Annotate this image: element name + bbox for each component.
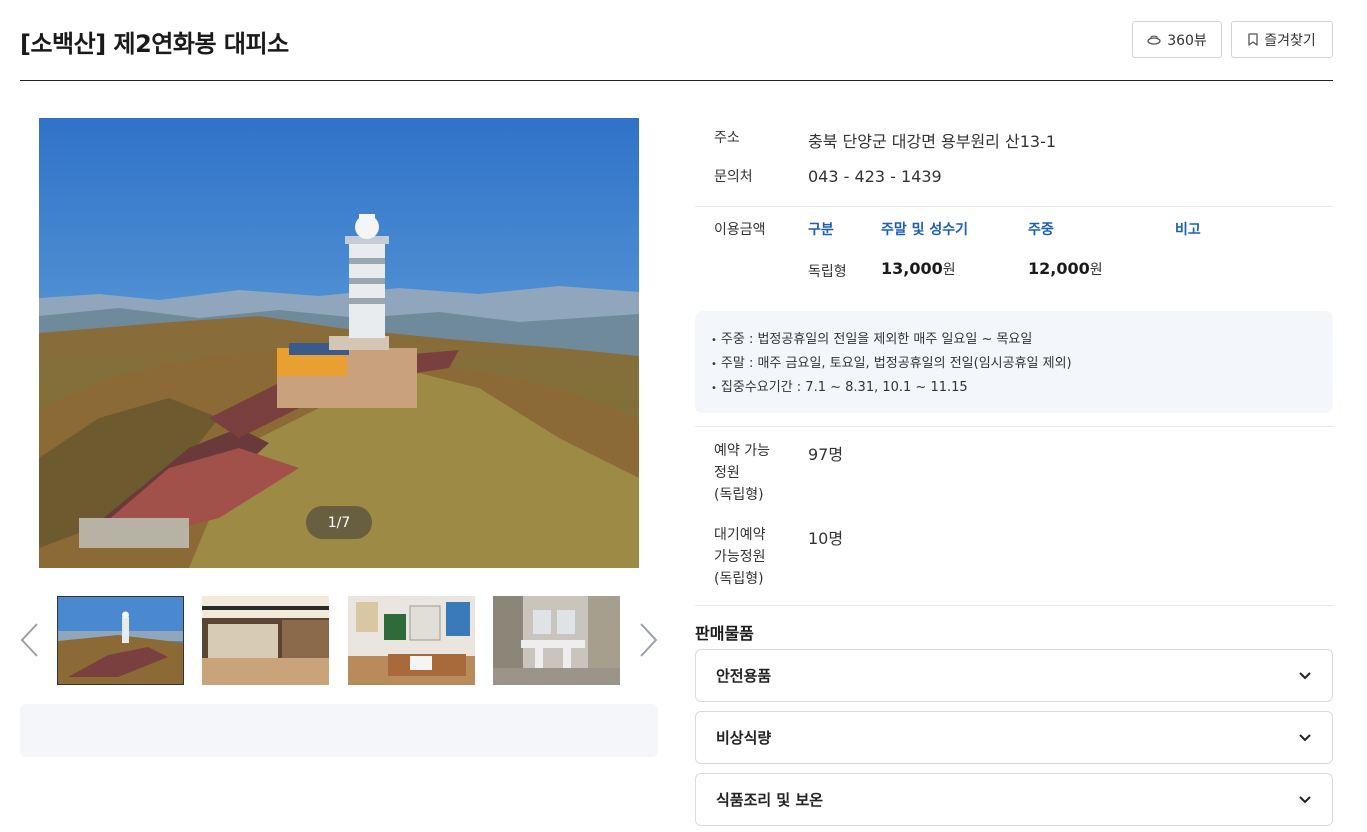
accordion-safety-items[interactable]: 안전용품 (695, 649, 1333, 702)
fee-weekend-unit: 원 (942, 262, 956, 278)
thumbnail-2[interactable] (202, 596, 329, 685)
favorite-button[interactable]: 즐겨찾기 (1231, 21, 1333, 58)
chevron-down-icon (1299, 734, 1311, 742)
waiting-label-line-2: 가능정원 (714, 549, 766, 565)
reserve-label-line-3: (독립형) (714, 487, 764, 503)
fee-header-type: 구분 (808, 222, 834, 238)
thumbnail-1[interactable] (57, 596, 184, 685)
fee-label: 이용금액 (714, 222, 766, 238)
page-title: [소백산] 제2연화봉 대피소 (20, 30, 289, 58)
chevron-left-icon (20, 623, 38, 657)
bookmark-icon (1248, 33, 1258, 46)
accordion-label: 안전용품 (716, 667, 772, 685)
favorite-label: 즐겨찾기 (1264, 32, 1316, 49)
page-header: [소백산] 제2연화봉 대피소 360뷰 즐겨찾기 (20, 0, 1333, 81)
waiting-capacity-value: 10명 (808, 529, 844, 548)
thumb-next-button[interactable] (639, 622, 659, 658)
thumbnail-3[interactable] (348, 596, 475, 685)
sales-section-title: 판매물품 (695, 624, 754, 643)
reserve-capacity-value: 97명 (808, 445, 844, 464)
note-weekend: 주말 : 매주 금요일, 토요일, 법정공휴일의 전일(임시공휴일 제외) (711, 352, 1333, 376)
fee-weekend-price: 13,000원 (881, 259, 956, 279)
fee-weekend-amount: 13,000 (881, 259, 943, 278)
accordion-emergency-food[interactable]: 비상식량 (695, 711, 1333, 764)
fee-weekday-unit: 원 (1089, 262, 1103, 278)
reserve-capacity-label: 예약 가능 정원 (독립형) (714, 440, 770, 506)
view-360-label: 360뷰 (1167, 32, 1207, 49)
360-view-icon (1147, 35, 1161, 45)
fee-header-weekend: 주말 및 성수기 (881, 222, 969, 238)
waiting-label-line-1: 대기예약 (714, 527, 766, 543)
fee-weekday-price: 12,000원 (1028, 259, 1103, 279)
fee-weekday-amount: 12,000 (1028, 259, 1090, 278)
note-peak-period: 집중수요기간 : 7.1 ~ 8.31, 10.1 ~ 11.15 (711, 376, 1333, 400)
accordion-label: 비상식량 (716, 729, 772, 747)
fee-header-note: 비고 (1175, 222, 1201, 238)
chevron-down-icon (1299, 796, 1311, 804)
gallery-caption-box (20, 704, 658, 757)
chevron-down-icon (1299, 672, 1311, 680)
accordion-cooking-warming[interactable]: 식품조리 및 보온 (695, 773, 1333, 826)
contact-value: 043 - 423 - 1439 (808, 167, 942, 186)
photo-counter: 1/7 (306, 506, 372, 539)
accordion-label: 식품조리 및 보온 (716, 791, 824, 809)
note-weekday: 주중 : 법정공휴일의 전일을 제외한 매주 일요일 ~ 목요일 (711, 328, 1333, 352)
divider (695, 605, 1333, 606)
fee-header-weekday: 주중 (1028, 222, 1054, 238)
address-label: 주소 (714, 130, 740, 146)
fee-row-type: 독립형 (808, 264, 847, 280)
main-photo[interactable] (39, 118, 639, 568)
reserve-label-line-1: 예약 가능 (714, 443, 770, 459)
thumbnail-4[interactable] (493, 596, 620, 685)
reserve-label-line-2: 정원 (714, 465, 740, 481)
chevron-right-icon (640, 623, 658, 657)
divider (695, 426, 1333, 427)
divider (695, 206, 1333, 207)
fee-notes-box: 주중 : 법정공휴일의 전일을 제외한 매주 일요일 ~ 목요일 주말 : 매주… (695, 311, 1333, 413)
contact-label: 문의처 (714, 169, 753, 185)
waiting-capacity-label: 대기예약 가능정원 (독립형) (714, 524, 766, 590)
address-value: 충북 단양군 대강면 용부원리 산13-1 (808, 132, 1057, 151)
thumb-prev-button[interactable] (19, 622, 39, 658)
view-360-button[interactable]: 360뷰 (1132, 21, 1222, 58)
waiting-label-line-3: (독립형) (714, 571, 764, 587)
